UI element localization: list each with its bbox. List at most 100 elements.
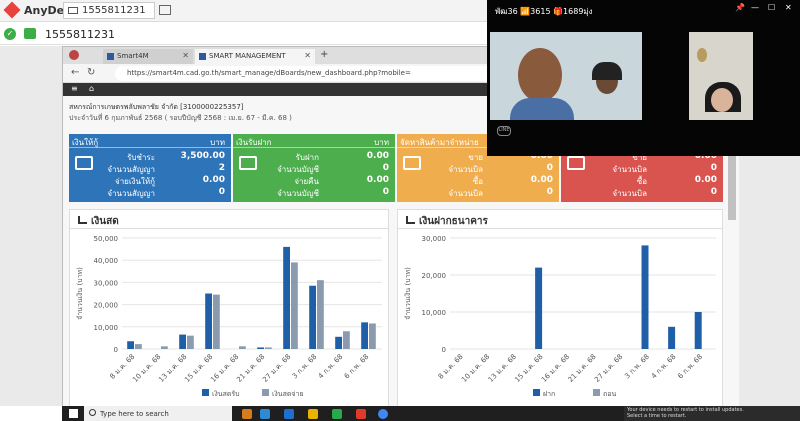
x-tick-label: 4 ก.พ. 68 <box>317 353 345 381</box>
legend-label: ถอน <box>603 390 616 398</box>
y-tick-label: 10,000 <box>94 324 119 332</box>
maximize-icon[interactable]: ☐ <box>768 3 775 12</box>
back-arrow-icon[interactable]: ← <box>71 67 79 78</box>
tab-label: SMART MANAGEMENT <box>209 52 286 60</box>
reload-icon[interactable]: ↻ <box>87 67 95 78</box>
card-row-value: 0 <box>546 163 553 173</box>
y-tick-label: 40,000 <box>94 257 119 265</box>
bar <box>257 347 264 349</box>
tab-smart-management[interactable]: SMART MANAGEMENT ✕ <box>195 49 315 64</box>
participant-face <box>711 88 733 112</box>
bar <box>213 294 220 349</box>
bar-chart-icon <box>78 216 87 224</box>
x-tick-label: 27 ม.ค. 68 <box>593 353 624 384</box>
bar <box>291 262 298 349</box>
folder-icon[interactable] <box>308 409 318 419</box>
legend-swatch <box>593 389 600 396</box>
legend-swatch <box>533 389 540 396</box>
line-app-icon[interactable] <box>332 409 342 419</box>
y-axis-label: จำนวนเงิน (บาท) <box>76 267 84 320</box>
main-video-feed <box>490 32 642 120</box>
card-icon <box>403 156 421 170</box>
close-icon[interactable]: ✕ <box>182 51 189 60</box>
secure-connection-icon[interactable] <box>24 28 36 39</box>
legend-label: เงินสดรับ <box>212 390 240 398</box>
minimize-icon[interactable]: — <box>751 3 759 12</box>
new-tab-button[interactable]: + <box>320 49 328 60</box>
y-tick-label: 0 <box>114 346 118 354</box>
cash-bar-chart: 0 10,000 20,000 30,000 40,000 50,000 จำนวนเงิน… <box>76 235 382 398</box>
update-notification[interactable]: Your device needs to restart to install … <box>624 406 800 421</box>
bar <box>317 280 324 349</box>
y-axis-label: จำนวนเงิน (บาท) <box>404 267 412 320</box>
app-icon[interactable] <box>284 409 294 419</box>
x-tick-label: 3 ก.พ. 68 <box>623 353 651 381</box>
legend-label: เงินสดจ่าย <box>272 390 304 398</box>
bar <box>161 346 168 349</box>
divider <box>398 228 722 229</box>
line-logo-icon: LINE <box>497 126 511 136</box>
legend-label: ฝาก <box>543 390 555 398</box>
card-row-value: 0.00 <box>366 175 389 185</box>
divider <box>69 147 231 148</box>
bar <box>309 285 316 349</box>
divider <box>70 228 388 229</box>
menu-icon[interactable]: ≡ <box>71 84 78 93</box>
tab-smart4m[interactable]: Smart4M ✕ <box>103 49 193 64</box>
favicon-icon <box>107 53 114 60</box>
chrome-icon[interactable] <box>378 409 388 419</box>
bar <box>283 246 290 349</box>
card-deposits: เงินรับฝาก บาท รับฝาก 0.00 จำนวนบัญชี 0 จ่ายคื… <box>233 134 395 202</box>
bar <box>641 245 649 349</box>
y-tick-label: 50,000 <box>94 235 119 243</box>
pin-icon[interactable]: 📌 <box>735 3 745 12</box>
card-icon <box>239 156 257 170</box>
bar <box>335 336 342 349</box>
scrollbar-thumb[interactable] <box>728 150 736 220</box>
close-icon[interactable]: ✕ <box>785 3 792 12</box>
anydesk-logo-icon <box>3 1 21 19</box>
participant-shirt <box>510 98 574 120</box>
legend-swatch <box>202 389 209 396</box>
y-tick-label: 30,000 <box>94 279 119 287</box>
card-row-value: 0 <box>382 187 389 197</box>
toast-line: Select a time to restart. <box>627 413 687 419</box>
bar <box>127 341 134 349</box>
x-tick-label: 4 ก.พ. 68 <box>650 353 678 381</box>
bank-bar-chart: 010,00020,00030,000จำนวนเงิน (บาท)8 ม.ค.… <box>404 235 716 398</box>
taskbar-search-input[interactable]: Type here to search <box>84 406 232 421</box>
profile-icon[interactable] <box>69 50 79 60</box>
card-row-label: จำนวนบัญชี <box>277 189 319 198</box>
card-icon <box>567 156 585 170</box>
session-tab-label: 1555811231 <box>82 5 146 16</box>
self-video-feed <box>689 32 753 120</box>
chat-icon[interactable] <box>159 5 171 15</box>
bank-chart-panel: เงินฝากธนาคาร 0 10,000 20,000 30,000 จำนวนเง… <box>397 209 723 407</box>
app-icon[interactable] <box>242 409 252 419</box>
chart-title: เงินสด <box>91 216 119 227</box>
home-icon[interactable]: ⌂ <box>89 84 94 93</box>
session-tab[interactable]: 1555811231 <box>63 2 155 19</box>
bar <box>369 323 376 349</box>
x-tick-label: 6 ก.พ. 68 <box>676 353 704 381</box>
windows-start-icon[interactable] <box>69 409 78 418</box>
participant-hair <box>592 62 622 80</box>
panel-title: เงินฝากธนาคาร <box>406 214 488 229</box>
participant-face <box>518 48 562 102</box>
card-row-label: จำนวนสัญญา <box>107 189 155 198</box>
card-row-value: 3,500.00 <box>180 151 225 161</box>
card-row-value: 0 <box>710 163 717 173</box>
bar <box>205 293 212 349</box>
card-row-value: 0.00 <box>366 151 389 161</box>
bar <box>535 267 543 349</box>
monitor-icon <box>68 7 78 14</box>
anydesk-app-icon[interactable] <box>356 409 366 419</box>
close-icon[interactable]: ✕ <box>304 51 311 60</box>
card-row-label: จำนวนบิล <box>448 189 483 198</box>
app-icon[interactable] <box>260 409 270 419</box>
card-row-value: 0 <box>710 187 717 197</box>
y-tick-label: 0 <box>442 346 446 354</box>
session-id: 1555811231 <box>45 28 115 41</box>
card-row-value: 2 <box>218 163 225 173</box>
panel-title: เงินสด <box>78 214 119 229</box>
